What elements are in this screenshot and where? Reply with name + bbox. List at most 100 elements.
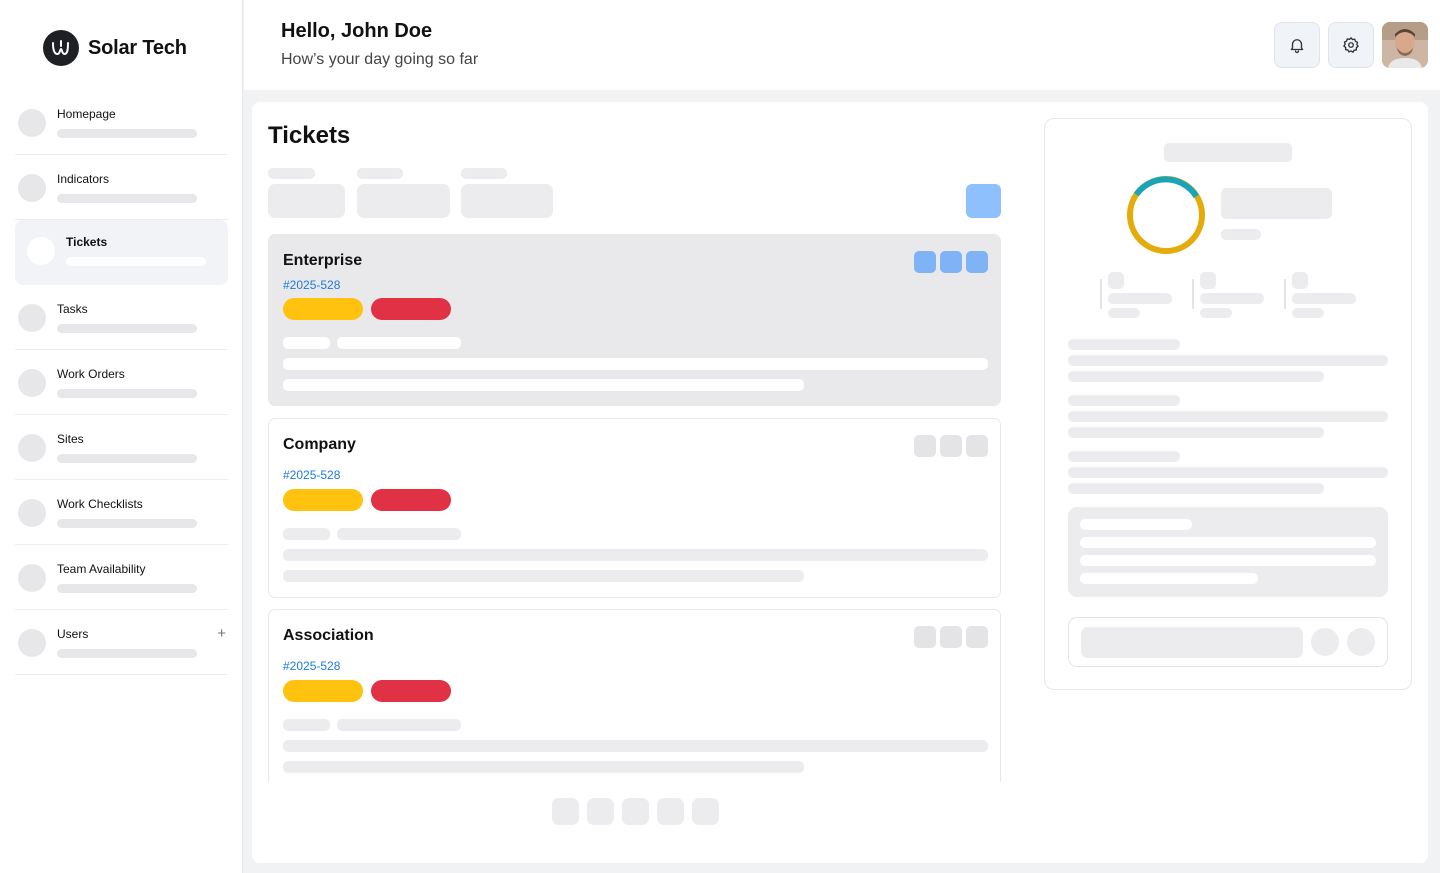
sidebar-item-team-availability[interactable]: Team Availability [15, 545, 228, 610]
ticket-title: Company [283, 436, 356, 453]
text-skeleton [1068, 467, 1388, 478]
nav-icon-placeholder [18, 174, 46, 202]
donut-chart [1127, 176, 1205, 254]
metric-skeleton [1108, 293, 1172, 304]
status-badge [283, 680, 363, 702]
text-skeleton [1068, 427, 1324, 438]
ticket-action-button[interactable] [940, 435, 962, 457]
nav-icon-placeholder [18, 564, 46, 592]
sidebar-nav: Homepage Indicators Tickets Tasks Work O… [15, 90, 228, 675]
sidebar-item-homepage[interactable]: Homepage [15, 90, 228, 155]
ticket-action-button[interactable] [966, 626, 988, 648]
ticket-card[interactable]: Enterprise #2025-528 [268, 234, 1001, 406]
metric-skeleton [1200, 293, 1264, 304]
attach-button[interactable] [1311, 628, 1339, 656]
ticket-action-button[interactable] [914, 435, 936, 457]
greeting: Hello, John Doe [281, 20, 433, 42]
status-badge [283, 489, 363, 511]
settings-button[interactable] [1328, 22, 1374, 68]
text-skeleton [283, 358, 988, 370]
avatar[interactable] [1382, 22, 1428, 68]
brand-name: Solar Tech [88, 36, 187, 59]
text-skeleton [283, 337, 330, 349]
nav-icon-placeholder [18, 434, 46, 462]
sidebar-item-label: Tasks [57, 302, 88, 316]
metric-skeleton [1200, 308, 1232, 318]
page-button[interactable] [622, 798, 649, 825]
page-button[interactable] [552, 798, 579, 825]
metric-skeleton [1108, 272, 1124, 289]
page-button[interactable] [657, 798, 684, 825]
nav-icon-placeholder [18, 109, 46, 137]
sidebar-item-users[interactable]: Users + [15, 610, 228, 675]
ticket-id[interactable]: #2025-528 [283, 468, 340, 482]
page-button[interactable] [692, 798, 719, 825]
add-user-button[interactable]: + [217, 625, 226, 642]
ticket-card[interactable]: Association #2025-528 [268, 609, 1001, 782]
metric-skeleton [1200, 272, 1216, 289]
sidebar-item-tickets[interactable]: Tickets [15, 220, 228, 285]
text-skeleton [1080, 573, 1258, 584]
divider [1192, 279, 1194, 309]
nav-icon-placeholder [18, 499, 46, 527]
ticket-action-button[interactable] [966, 251, 988, 273]
ticket-action-button[interactable] [914, 626, 936, 648]
sidebar-item-tasks[interactable]: Tasks [15, 285, 228, 350]
send-button[interactable] [1347, 628, 1375, 656]
page-button[interactable] [587, 798, 614, 825]
metric-skeleton [1292, 272, 1308, 289]
notifications-button[interactable] [1274, 22, 1320, 68]
nav-icon-placeholder [27, 237, 55, 265]
text-skeleton [1068, 339, 1180, 350]
filter-dropdown[interactable] [461, 184, 553, 218]
text-skeleton [1068, 371, 1324, 382]
metric-skeleton [1292, 308, 1324, 318]
ticket-action-button[interactable] [940, 626, 962, 648]
page-title: Tickets [268, 122, 351, 149]
sidebar-item-label: Users [57, 627, 89, 641]
sidebar: Solar Tech Homepage Indicators Tickets T… [0, 0, 243, 873]
text-skeleton [283, 528, 330, 540]
sidebar-item-sites[interactable]: Sites [15, 415, 228, 480]
sidebar-item-label: Sites [57, 432, 84, 446]
reply-input[interactable] [1081, 627, 1303, 658]
sidebar-item-work-orders[interactable]: Work Orders [15, 350, 228, 415]
filter-label-skeleton [357, 168, 403, 179]
text-skeleton [283, 570, 804, 582]
nav-skeleton [57, 454, 197, 463]
filter-dropdown[interactable] [268, 184, 345, 218]
add-ticket-button[interactable] [966, 184, 1001, 218]
ticket-action-button[interactable] [966, 435, 988, 457]
metric-skeleton [1108, 308, 1140, 318]
ticket-title: Enterprise [283, 252, 363, 269]
sidebar-item-indicators[interactable]: Indicators [15, 155, 228, 220]
ticket-action-button[interactable] [940, 251, 962, 273]
ticket-action-button[interactable] [914, 251, 936, 273]
sidebar-item-work-checklists[interactable]: Work Checklists [15, 480, 228, 545]
brand[interactable]: Solar Tech [43, 30, 187, 66]
text-skeleton [337, 528, 461, 540]
sidebar-item-label: Work Checklists [57, 497, 143, 511]
sidebar-item-label: Work Orders [57, 367, 125, 381]
sidebar-item-label: Team Availability [57, 562, 146, 576]
text-skeleton [283, 379, 804, 391]
panel-title-skeleton [1164, 143, 1292, 162]
logo-icon [43, 30, 79, 66]
divider [1100, 279, 1102, 309]
ticket-id[interactable]: #2025-528 [283, 278, 340, 292]
nav-icon-placeholder [18, 629, 46, 657]
bell-icon [1290, 39, 1304, 54]
divider [1284, 279, 1286, 309]
ticket-list: Enterprise #2025-528 Company #2025-528 A… [268, 234, 1001, 782]
text-skeleton [283, 761, 804, 773]
metric-skeleton [1292, 293, 1356, 304]
text-skeleton [1068, 483, 1324, 494]
ticket-card[interactable]: Company #2025-528 [268, 418, 1001, 598]
filter-dropdown[interactable] [357, 184, 450, 218]
ticket-id[interactable]: #2025-528 [283, 659, 340, 673]
text-skeleton [1080, 537, 1376, 548]
pagination [552, 798, 719, 825]
filter-label-skeleton [268, 168, 315, 179]
nav-skeleton [57, 584, 197, 593]
text-skeleton [283, 549, 988, 561]
